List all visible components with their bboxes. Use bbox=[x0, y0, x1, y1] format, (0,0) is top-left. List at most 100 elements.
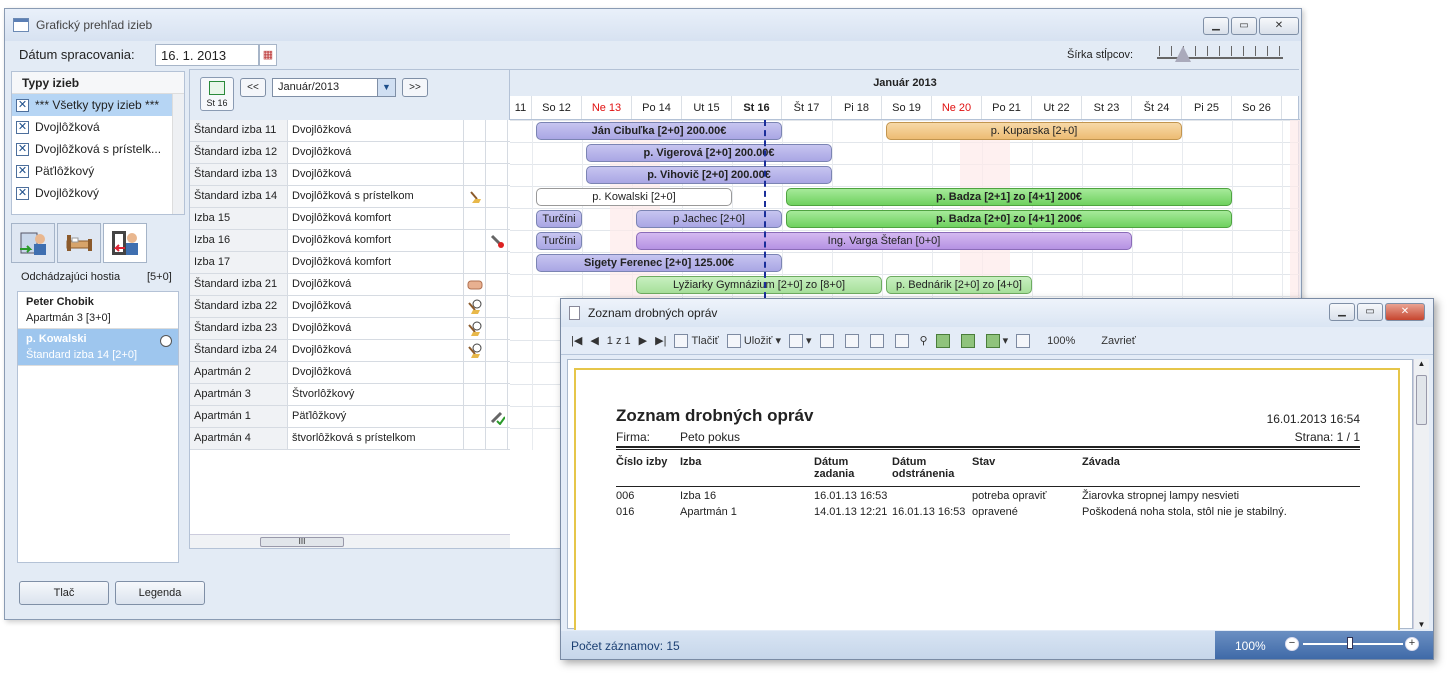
zoom-out-button[interactable]: − bbox=[1285, 637, 1299, 651]
zoom-slider[interactable] bbox=[1303, 643, 1403, 645]
room-row[interactable]: Štandard izba 21 Dvojlôžková bbox=[190, 274, 510, 296]
multi-page-icon[interactable]: ▾ bbox=[985, 333, 1008, 348]
day-header: So 26 bbox=[1232, 96, 1282, 119]
minimize-button[interactable]: ▁ bbox=[1329, 303, 1355, 321]
room-row[interactable]: Izba 15 Dvojlôžková komfort bbox=[190, 208, 510, 230]
booking-bar[interactable]: p. Bednárik [2+0] zo [4+0] bbox=[886, 276, 1032, 294]
close-button[interactable]: ✕ bbox=[1259, 17, 1299, 35]
save-report-button[interactable]: Uložiť ▾ bbox=[726, 333, 781, 348]
maximize-button[interactable]: ▭ bbox=[1357, 303, 1383, 321]
room-type-item[interactable]: ✕ Dvojlôžkový bbox=[12, 182, 184, 204]
page-setup-icon[interactable] bbox=[894, 333, 912, 348]
room-row[interactable]: Štandard izba 11 Dvojlôžková bbox=[190, 120, 510, 142]
report-column-header: Stav bbox=[972, 456, 996, 468]
room-type-item[interactable]: ✕ Päťlôžkový bbox=[12, 160, 184, 182]
bed-tab-icon[interactable] bbox=[57, 223, 101, 263]
zoom-value[interactable]: 100% bbox=[1047, 335, 1075, 347]
room-type: Dvojlôžková komfort bbox=[288, 230, 464, 251]
report-window: Zoznam drobných opráv ▁ ▭ ✕ |◀ ◀ 1 z 1 ▶… bbox=[560, 298, 1434, 660]
checkbox[interactable]: ✕ bbox=[16, 164, 29, 178]
save-icon bbox=[726, 333, 741, 348]
guest-item[interactable]: Peter Chobik Apartmán 3 [3+0] bbox=[18, 292, 178, 329]
report-vertical-scrollbar[interactable]: ▲ ▼ bbox=[1413, 359, 1429, 629]
room-row[interactable]: Izba 17 Dvojlôžková komfort bbox=[190, 252, 510, 274]
help-icon[interactable] bbox=[869, 333, 887, 348]
month-select[interactable]: Január/2013 ▼ bbox=[272, 78, 396, 97]
room-row[interactable]: Štandard izba 22 Dvojlôžková bbox=[190, 296, 510, 318]
copy-icon[interactable] bbox=[844, 333, 862, 348]
checkbox[interactable]: ✕ bbox=[16, 98, 29, 112]
room-row[interactable]: Štandard izba 14 Dvojlôžková s prístelkom bbox=[190, 186, 510, 208]
day-header: So 19 bbox=[882, 96, 932, 119]
room-type-item[interactable]: ✕ Dvojlôžková bbox=[12, 116, 184, 138]
room-row[interactable]: Apartmán 4 štvorlôžková s prístelkom bbox=[190, 428, 510, 450]
departures-tab-icon[interactable] bbox=[103, 223, 147, 263]
room-row[interactable]: Apartmán 3 Štvorlôžkový bbox=[190, 384, 510, 406]
legend-button[interactable]: Legenda bbox=[115, 581, 205, 605]
booking-bar[interactable]: p. Kowalski [2+0] bbox=[536, 188, 732, 206]
checkbox[interactable]: ✕ bbox=[16, 120, 29, 134]
col-width-slider[interactable] bbox=[1155, 46, 1285, 66]
room-row[interactable]: Štandard izba 13 Dvojlôžková bbox=[190, 164, 510, 186]
booking-bar[interactable]: Ján Cibuľka [2+0] 200.00€ bbox=[536, 122, 782, 140]
scroll-thumb[interactable] bbox=[1416, 375, 1427, 425]
guest-name: Peter Chobik bbox=[26, 296, 94, 308]
close-report-button[interactable]: Zavrieť bbox=[1101, 335, 1136, 347]
date-input[interactable]: 16. 1. 2013 bbox=[155, 44, 259, 66]
booking-bar[interactable]: Turčíni bbox=[536, 210, 582, 228]
room-row[interactable]: Štandard izba 12 Dvojlôžková bbox=[190, 142, 510, 164]
room-row[interactable]: Apartmán 1 Päťlôžkový bbox=[190, 406, 510, 428]
checkbox[interactable]: ✕ bbox=[16, 186, 29, 200]
booking-bar[interactable]: p. Vihovič [2+0] 200.00€ bbox=[586, 166, 832, 184]
print-button[interactable]: Tlač bbox=[19, 581, 109, 605]
next-month-button[interactable]: >> bbox=[402, 78, 428, 97]
print-report-button[interactable]: Tlačiť bbox=[674, 333, 719, 348]
room-type-item[interactable]: ✕ Dvojlôžková s prístelk... bbox=[12, 138, 184, 160]
scroll-down-icon[interactable]: ▼ bbox=[1414, 620, 1429, 629]
guest-name: p. Kowalski bbox=[26, 333, 87, 345]
zoom-slider-thumb[interactable] bbox=[1347, 637, 1353, 649]
chevron-down-icon[interactable]: ▼ bbox=[377, 79, 395, 96]
single-page-icon[interactable] bbox=[935, 333, 953, 348]
find-icon[interactable]: ⚲ bbox=[920, 334, 928, 347]
today-button[interactable]: St 16 bbox=[200, 77, 234, 111]
room-row[interactable]: Izba 16 Dvojlôžková komfort bbox=[190, 230, 510, 252]
maximize-button[interactable]: ▭ bbox=[1231, 17, 1257, 35]
booking-bar[interactable]: p. Vigerová [2+0] 200.00€ bbox=[586, 144, 832, 162]
minimize-button[interactable]: ▁ bbox=[1203, 17, 1229, 35]
prev-page-icon[interactable]: ◀ bbox=[590, 334, 598, 347]
prev-month-button[interactable]: << bbox=[240, 78, 266, 97]
last-page-icon[interactable]: ▶| bbox=[655, 334, 666, 347]
scroll-thumb[interactable]: III bbox=[260, 537, 344, 547]
slider-thumb[interactable] bbox=[1175, 46, 1191, 62]
status-cell bbox=[486, 274, 508, 295]
room-row[interactable]: Apartmán 2 Dvojlôžková bbox=[190, 362, 510, 384]
calendar-icon[interactable]: ▦ bbox=[259, 44, 277, 66]
booking-bar[interactable]: p. Kuparska [2+0] bbox=[886, 122, 1182, 140]
horizontal-scrollbar[interactable]: III bbox=[190, 534, 510, 548]
first-page-icon[interactable]: |◀ bbox=[571, 334, 582, 347]
booking-bar[interactable]: Lyžiarky Gymnázium [2+0] zo [8+0] bbox=[636, 276, 882, 294]
zoom-in-button[interactable]: + bbox=[1405, 637, 1419, 651]
next-page-icon[interactable]: ▶ bbox=[639, 334, 647, 347]
room-type-label: Päťlôžkový bbox=[35, 164, 95, 178]
edit-icon[interactable] bbox=[819, 333, 837, 348]
room-types-scrollbar[interactable] bbox=[172, 94, 184, 214]
booking-bar[interactable]: Sigety Ferenec [2+0] 125.00€ bbox=[536, 254, 782, 272]
close-button[interactable]: ✕ bbox=[1385, 303, 1425, 321]
arrivals-tab-icon[interactable] bbox=[11, 223, 55, 263]
room-row[interactable]: Štandard izba 24 Dvojlôžková bbox=[190, 340, 510, 362]
room-type-item[interactable]: ✕ *** Všetky typy izieb *** bbox=[12, 94, 184, 116]
room-row[interactable]: Štandard izba 23 Dvojlôžková bbox=[190, 318, 510, 340]
booking-bar[interactable]: Turčíni bbox=[536, 232, 582, 250]
zoom-icon[interactable] bbox=[1016, 333, 1033, 348]
booking-bar[interactable]: p Jachec [2+0] bbox=[636, 210, 782, 228]
booking-bar[interactable]: p. Badza [2+1] zo [4+1] 200€ bbox=[786, 188, 1232, 206]
send-icon[interactable]: ▾ bbox=[788, 333, 812, 348]
two-pages-icon[interactable] bbox=[960, 333, 978, 348]
checkbox[interactable]: ✕ bbox=[16, 142, 29, 156]
guest-item-selected[interactable]: p. Kowalski Štandard izba 14 [2+0] bbox=[18, 329, 178, 366]
booking-bar[interactable]: Ing. Varga Štefan [0+0] bbox=[636, 232, 1132, 250]
scroll-up-icon[interactable]: ▲ bbox=[1414, 359, 1429, 368]
booking-bar[interactable]: p. Badza [2+0] zo [4+1] 200€ bbox=[786, 210, 1232, 228]
